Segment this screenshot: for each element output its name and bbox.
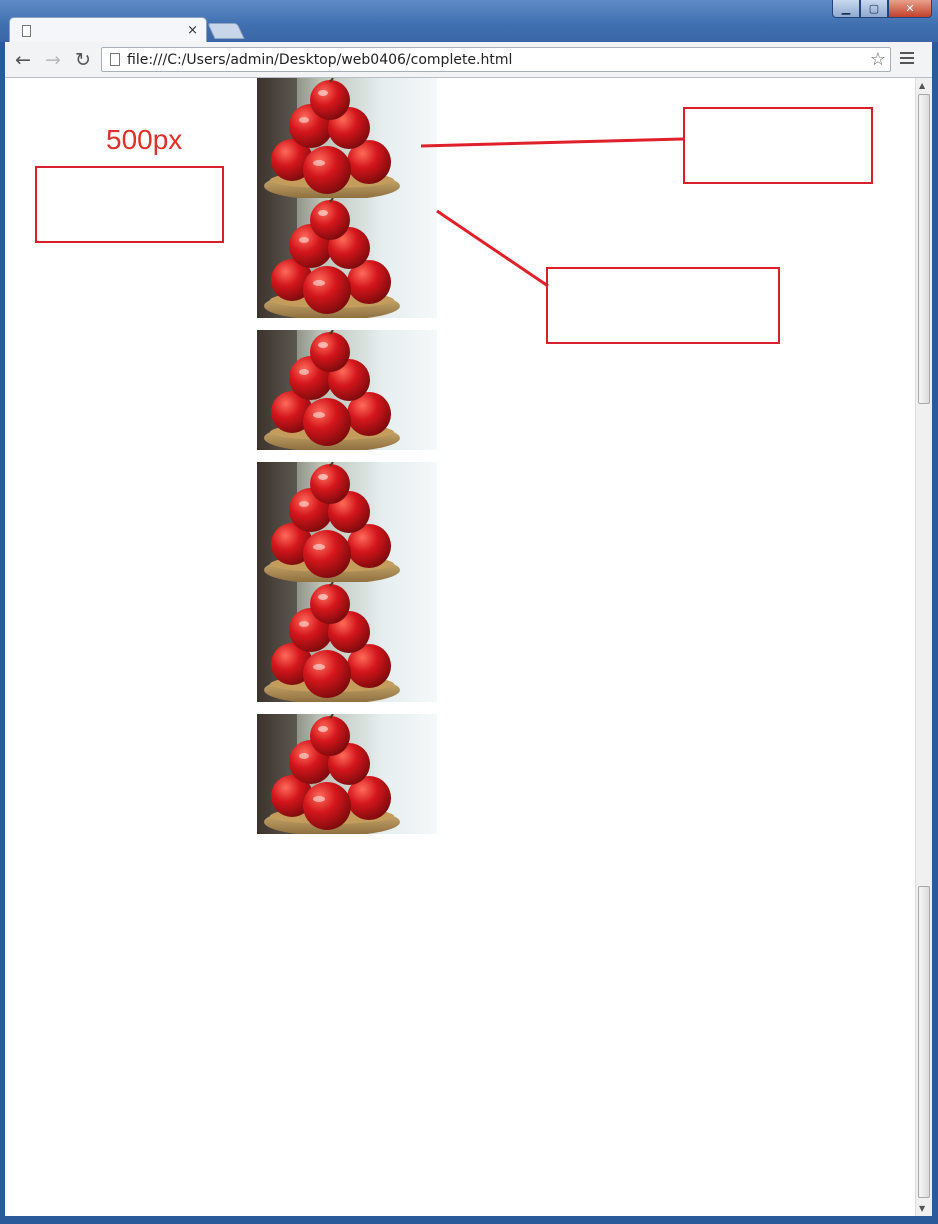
url-text: file:///C:/Users/admin/Desktop/web0406/c… [127, 51, 513, 68]
page-viewport: ▲ ▼ [5, 78, 932, 1216]
browser-toolbar: ← → ↻ file:///C:/Users/admin/Desktop/web… [5, 42, 932, 78]
box-width-annotation [35, 166, 224, 243]
list-item [257, 582, 657, 702]
scrollbar-thumb-lower[interactable] [918, 886, 930, 1198]
menu-icon[interactable] [900, 52, 914, 64]
gap-annotation [546, 267, 780, 344]
vertical-scrollbar[interactable]: ▲ ▼ [915, 78, 932, 1216]
apple-image [257, 330, 437, 450]
list-item [257, 462, 657, 582]
scroll-down-icon[interactable]: ▼ [919, 1204, 925, 1213]
close-window-button[interactable]: ✕ [888, 0, 932, 18]
scrollbar-thumb[interactable] [918, 94, 930, 404]
minimize-button[interactable]: ▁ [832, 0, 860, 18]
maximize-button[interactable]: ▢ [860, 0, 888, 18]
page-icon [110, 53, 120, 66]
apple-image [257, 714, 437, 834]
list-item [257, 330, 657, 450]
forward-arrow-icon[interactable]: → [41, 48, 65, 72]
list-item [257, 714, 657, 834]
apple-image [257, 462, 437, 582]
list-item [257, 78, 657, 198]
apple-image [257, 198, 437, 318]
tab-title [39, 24, 187, 38]
star-icon[interactable]: ☆ [870, 49, 886, 70]
back-arrow-icon[interactable]: ← [11, 48, 35, 72]
document-icon [22, 24, 31, 37]
tab-close-icon[interactable]: × [187, 23, 198, 38]
window-titlebar: ▁ ▢ ✕ × [0, 0, 938, 43]
address-bar[interactable]: file:///C:/Users/admin/Desktop/web0406/c… [101, 47, 891, 72]
scroll-up-icon[interactable]: ▲ [919, 81, 925, 90]
new-tab-button[interactable] [207, 23, 245, 39]
left-align-annotation [683, 107, 873, 184]
content-box [257, 78, 657, 846]
apple-image [257, 582, 437, 702]
browser-tab[interactable]: × [9, 17, 207, 43]
window-controls: ▁ ▢ ✕ [832, 0, 932, 18]
reload-icon[interactable]: ↻ [71, 48, 95, 72]
width-label: 500px [106, 124, 183, 155]
apple-image [257, 78, 437, 198]
